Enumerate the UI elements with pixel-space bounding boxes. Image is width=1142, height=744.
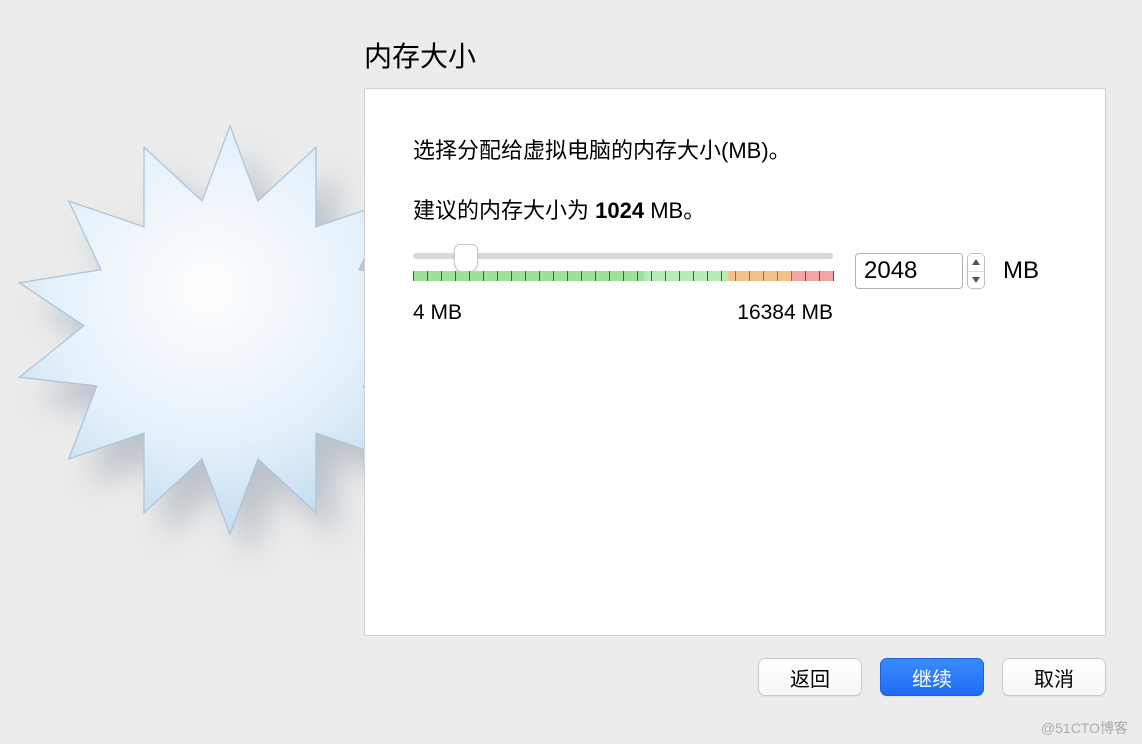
zone-ok	[644, 271, 728, 281]
slider-labels: 4 MB 16384 MB	[413, 301, 833, 325]
chevron-up-icon	[972, 259, 980, 265]
chevron-down-icon	[972, 277, 980, 283]
description-text: 选择分配给虚拟电脑的内存大小(MB)。	[413, 133, 1057, 165]
memory-settings-panel: 选择分配给虚拟电脑的内存大小(MB)。 建议的内存大小为 1024 MB。 4 …	[364, 88, 1106, 636]
recommend-value: 1024	[595, 198, 644, 223]
recommendation-text: 建议的内存大小为 1024 MB。	[413, 193, 1057, 225]
memory-input[interactable]	[855, 253, 963, 289]
stepper-up-button[interactable]	[968, 254, 984, 272]
cancel-button[interactable]: 取消	[1002, 658, 1106, 696]
page-title: 内存大小	[364, 35, 476, 75]
memory-unit-label: MB	[1003, 257, 1039, 285]
slider-color-bar	[413, 271, 833, 281]
slider-max-label: 16384 MB	[737, 301, 833, 325]
memory-stepper	[967, 253, 985, 289]
continue-button[interactable]: 继续	[880, 658, 984, 696]
back-button[interactable]: 返回	[758, 658, 862, 696]
memory-spinner-group: MB	[855, 253, 1039, 289]
slider-track[interactable]	[413, 253, 833, 259]
zone-danger	[791, 271, 833, 281]
slider-min-label: 4 MB	[413, 301, 462, 325]
zone-safe	[413, 271, 644, 281]
slider-thumb[interactable]	[454, 244, 478, 274]
stepper-down-button[interactable]	[968, 272, 984, 289]
recommend-suffix: MB。	[644, 198, 705, 223]
memory-slider[interactable]: 4 MB 16384 MB	[413, 253, 833, 325]
watermark-text: @51CTO博客	[1041, 718, 1128, 738]
wizard-buttons: 返回 继续 取消	[758, 658, 1106, 696]
zone-warning	[728, 271, 791, 281]
recommend-prefix: 建议的内存大小为	[413, 198, 595, 223]
memory-slider-row: 4 MB 16384 MB MB	[413, 253, 1057, 325]
